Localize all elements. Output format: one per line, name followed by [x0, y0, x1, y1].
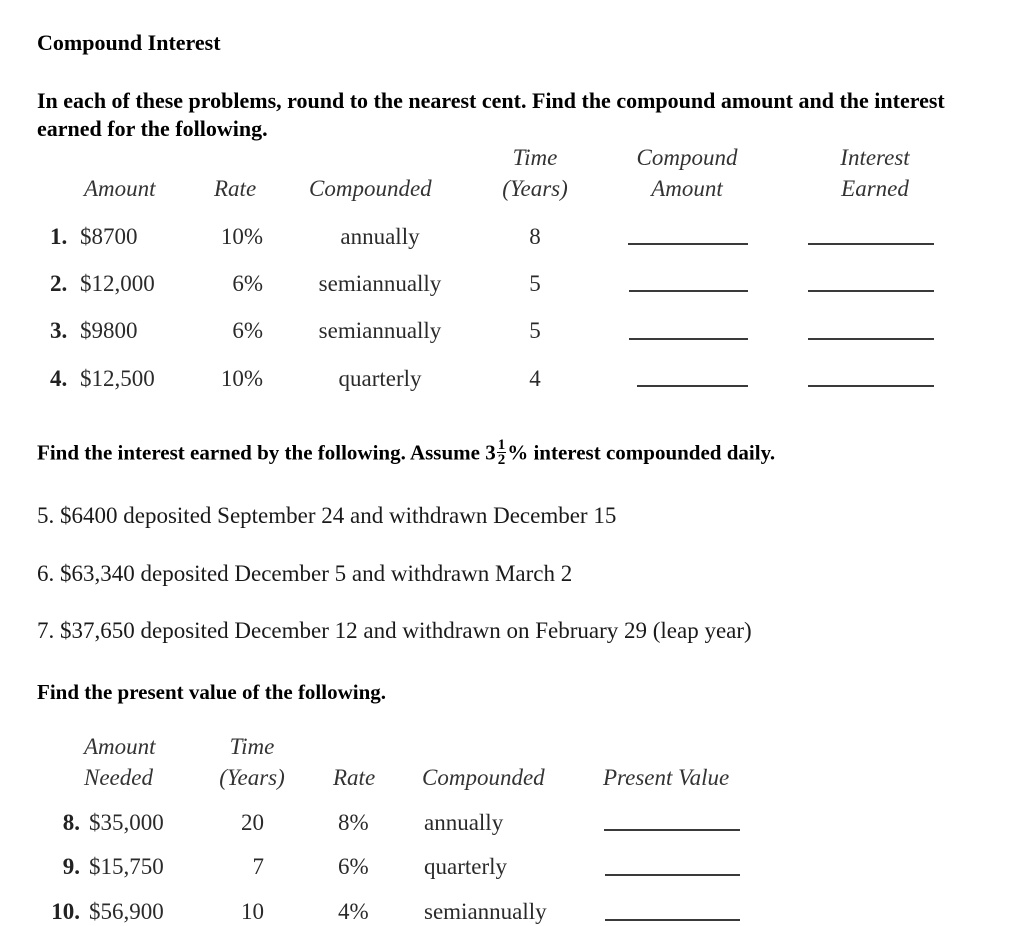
interest-earned-answer-blank[interactable]	[808, 243, 934, 245]
amount-cell: $12,000	[80, 271, 155, 296]
problem-number: 2.	[50, 271, 68, 296]
problem-number: 4.	[50, 366, 68, 391]
fraction-denominator: 2	[497, 452, 506, 468]
header-amount-needed-line2: Needed	[84, 765, 153, 790]
amount-cell: $12,500	[80, 366, 155, 391]
header-amount: Amount	[84, 176, 156, 201]
compound-amount-answer-blank[interactable]	[628, 243, 748, 245]
compounded-cell: quarterly	[338, 366, 422, 391]
word-problem: 6. $63,340 deposited December 5 and with…	[37, 561, 573, 586]
header-compound-amount: Compound Amount	[622, 142, 752, 204]
problem-number: 10.	[51, 899, 80, 924]
problem-number: 3.	[50, 318, 68, 343]
time-cell: 4	[529, 366, 541, 391]
header-compounded: Compounded	[422, 765, 545, 790]
interest-earned-answer-blank[interactable]	[808, 338, 934, 340]
compound-amount-answer-blank[interactable]	[629, 338, 748, 340]
rate-cell: 6%	[338, 854, 369, 879]
rate-cell: 10%	[220, 224, 263, 249]
amount-cell: $15,750	[89, 854, 164, 879]
header-time-line1: Time	[512, 145, 558, 170]
rate-cell: 8%	[338, 810, 369, 835]
header-compound-amount-line2: Amount	[651, 176, 723, 201]
compounded-cell: semiannually	[318, 318, 442, 343]
header-interest-earned-line2: Earned	[841, 176, 909, 201]
section1-instructions: In each of these problems, round to the …	[37, 88, 945, 141]
time-cell: 5	[529, 318, 541, 343]
compound-amount-answer-blank[interactable]	[629, 290, 748, 292]
section2-heading-before: Find the interest earned by the followin…	[37, 440, 496, 465]
rate-cell: 6%	[232, 271, 263, 296]
interest-earned-answer-blank[interactable]	[808, 290, 934, 292]
present-value-answer-blank[interactable]	[605, 919, 740, 921]
problem-number: 9.	[62, 854, 80, 879]
word-problem: 7. $37,650 deposited December 12 and wit…	[37, 618, 752, 643]
word-problem: 5. $6400 deposited September 24 and with…	[37, 503, 617, 528]
section2-heading: Find the interest earned by the followin…	[37, 437, 776, 469]
header-amount-needed: Amount Needed	[84, 731, 156, 793]
header-compounded: Compounded	[309, 176, 432, 201]
fraction-numerator: 1	[496, 437, 507, 453]
rate-cell: 6%	[232, 318, 263, 343]
header-rate: Rate	[333, 765, 376, 790]
problem-number: 8.	[62, 810, 80, 835]
compounded-cell: annually	[424, 810, 504, 835]
header-time-line2: (Years)	[219, 765, 285, 790]
header-time: Time (Years)	[494, 142, 576, 204]
time-cell: 7	[252, 854, 265, 879]
present-value-answer-blank[interactable]	[605, 874, 740, 876]
amount-cell: $8700	[80, 224, 138, 249]
header-time-line1: Time	[229, 734, 275, 759]
time-cell: 10	[241, 899, 264, 924]
header-interest-earned-line1: Interest	[840, 145, 910, 170]
header-interest-earned: Interest Earned	[820, 142, 930, 204]
header-time: Time (Years)	[212, 731, 292, 793]
amount-cell: $9800	[80, 318, 138, 343]
time-cell: 8	[529, 224, 541, 249]
header-time-line2: (Years)	[502, 176, 568, 201]
header-compound-amount-line1: Compound	[636, 145, 738, 170]
compounded-cell: quarterly	[424, 854, 508, 879]
rate-cell: 4%	[338, 899, 369, 924]
interest-earned-answer-blank[interactable]	[808, 385, 934, 387]
compounded-cell: semiannually	[424, 899, 547, 924]
problem-number: 1.	[50, 224, 68, 249]
fraction-one-half: 12	[496, 437, 507, 468]
time-cell: 5	[529, 271, 541, 296]
header-rate: Rate	[214, 176, 257, 201]
page-title: Compound Interest	[37, 30, 221, 55]
section2-heading-after: % interest compounded daily.	[507, 440, 776, 465]
compound-amount-answer-blank[interactable]	[637, 385, 748, 387]
amount-cell: $56,900	[89, 899, 164, 924]
present-value-answer-blank[interactable]	[604, 829, 740, 831]
amount-cell: $35,000	[89, 810, 164, 835]
rate-cell: 10%	[220, 366, 263, 391]
time-cell: 20	[241, 810, 264, 835]
header-present-value: Present Value	[603, 765, 730, 790]
compounded-cell: semiannually	[318, 271, 442, 296]
header-amount-needed-line1: Amount	[84, 734, 156, 759]
section3-heading: Find the present value of the following.	[37, 680, 387, 704]
compounded-cell: annually	[340, 224, 420, 249]
